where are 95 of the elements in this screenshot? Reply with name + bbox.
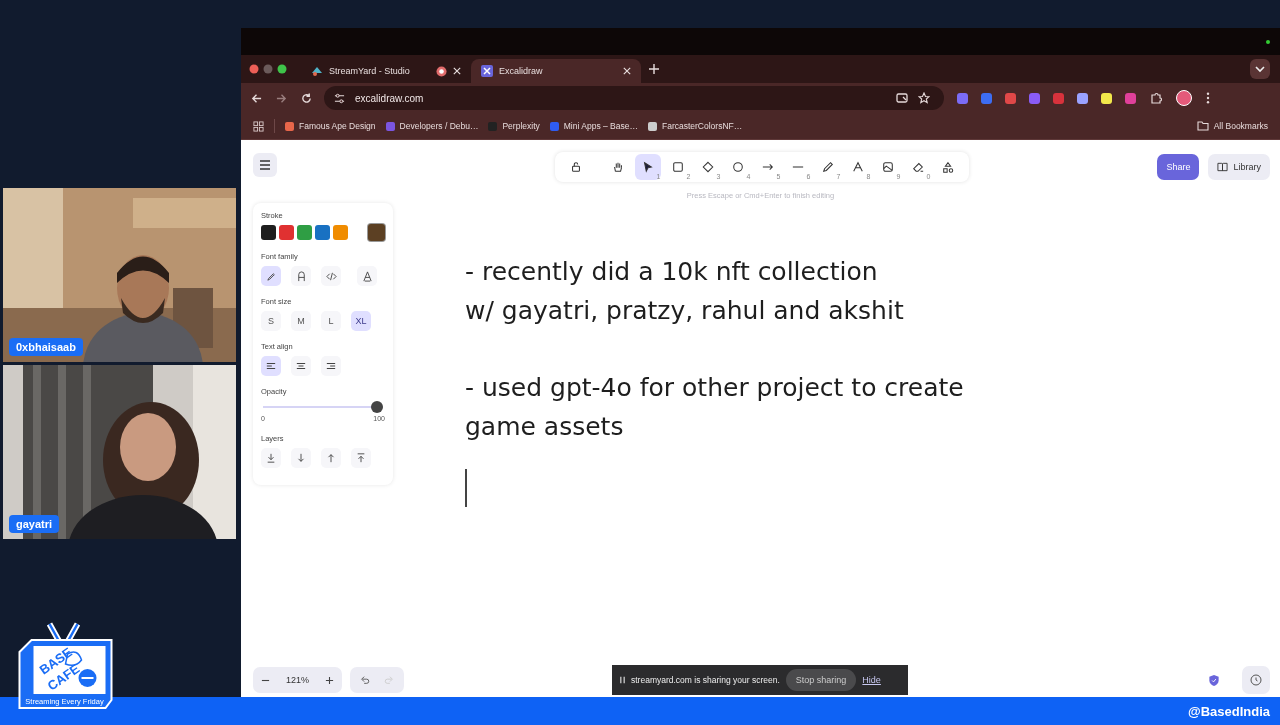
align-left-button[interactable] [261, 356, 281, 376]
to-back-button[interactable] [261, 448, 281, 468]
back-icon[interactable] [251, 92, 262, 104]
shield-icon[interactable] [1208, 673, 1220, 687]
arrow-down-bar-icon [266, 453, 276, 463]
text-cursor [465, 469, 467, 507]
window-controls-icon[interactable] [249, 64, 289, 74]
diamond-icon [701, 161, 714, 173]
menu-button[interactable] [253, 153, 277, 177]
square-icon [671, 161, 684, 173]
participant-name: 0xbhaisaab [9, 338, 83, 356]
color-swatch[interactable] [368, 224, 385, 241]
new-tab-icon[interactable] [649, 64, 659, 74]
circle-icon [731, 161, 744, 173]
canvas-text: w/ gayatri, pratzy, rahul and akshit [465, 295, 905, 327]
canvas-text: - used gpt-4o for other project to create [465, 372, 964, 404]
letter-icon [295, 270, 307, 282]
font-size-button[interactable]: XL [351, 311, 371, 331]
arrow-up-icon [326, 453, 336, 463]
site-settings-icon[interactable] [334, 92, 345, 104]
browser-tab[interactable]: Excalidraw [471, 59, 641, 83]
excalifont-font-button[interactable] [357, 266, 377, 286]
align-right-button[interactable] [321, 356, 341, 376]
pause-icon [620, 676, 625, 684]
align-left-icon [266, 361, 276, 371]
favicon-icon [481, 65, 493, 77]
letter-icon [361, 270, 373, 282]
font-size-button[interactable]: L [321, 311, 341, 331]
canvas-text: game assets [465, 411, 625, 443]
extension-icon[interactable] [1101, 92, 1112, 104]
shapes-icon [941, 161, 954, 173]
browser-tab[interactable]: StreamYard - Studio [301, 59, 471, 83]
pencil-icon [821, 161, 834, 173]
normal-font-button[interactable] [291, 266, 311, 286]
stop-sharing-button[interactable]: Stop sharing [785, 669, 857, 691]
pointer-icon [641, 161, 654, 173]
lock-icon [569, 161, 582, 173]
align-center-button[interactable] [291, 356, 311, 376]
hide-link[interactable]: Hide [862, 675, 881, 685]
forward-icon[interactable] [276, 92, 287, 104]
star-icon[interactable] [918, 92, 930, 104]
share-button[interactable]: Share [1157, 154, 1200, 180]
folder-icon [1196, 121, 1209, 131]
install-icon[interactable] [896, 92, 908, 104]
profile-avatar[interactable] [1176, 90, 1192, 106]
image-icon [881, 161, 894, 173]
help-button[interactable] [1242, 666, 1270, 694]
bookmark-link[interactable]: FarcasterColorsNF… [647, 121, 743, 131]
hand-icon [611, 161, 624, 173]
close-icon[interactable] [453, 67, 461, 75]
favicon-icon [311, 65, 323, 77]
puzzle-icon[interactable] [1150, 92, 1162, 104]
color-swatch[interactable] [315, 225, 330, 240]
hand-font-button[interactable] [261, 266, 281, 286]
zoom-level[interactable]: 121% [286, 675, 310, 685]
channel-handle: @BasedIndia [1187, 703, 1270, 719]
extension-icon[interactable] [1077, 92, 1088, 104]
tab-search-button[interactable] [1250, 59, 1270, 79]
color-swatch[interactable] [261, 225, 276, 240]
address-bar[interactable]: excalidraw.com [324, 86, 944, 110]
participant-name: gayatri [9, 515, 60, 533]
recording-icon [436, 65, 447, 77]
color-swatch[interactable] [279, 225, 294, 240]
font-size-button[interactable]: M [291, 311, 311, 331]
close-icon[interactable] [623, 67, 631, 75]
zoom-in-icon[interactable] [325, 675, 335, 685]
pencil-icon [265, 270, 277, 282]
bookmark-link[interactable]: Developers / Debu… [385, 121, 479, 131]
letter-icon [851, 161, 864, 173]
align-right-icon [326, 361, 336, 371]
arrow-up-bar-icon [356, 453, 366, 463]
bookmark-link[interactable]: Mini Apps – Base… [549, 121, 638, 131]
align-center-icon [296, 361, 306, 371]
indicator-icon [1266, 39, 1270, 44]
canvas-text: - recently did a 10k nft collection [465, 256, 879, 288]
bookmark-link[interactable]: Famous Ape Design [285, 121, 376, 131]
eraser-icon [911, 161, 924, 173]
opacity-slider[interactable] [263, 401, 383, 413]
apps-icon[interactable] [253, 120, 264, 132]
sharing-message: streamyard.com is sharing your screen. [631, 675, 780, 685]
all-bookmarks-link[interactable]: All Bookmarks [1196, 121, 1268, 131]
arrow-down-icon [296, 453, 306, 463]
color-swatch[interactable] [333, 225, 348, 240]
more-icon[interactable] [1206, 92, 1210, 104]
code-icon [325, 270, 337, 282]
undo-icon[interactable] [360, 675, 371, 685]
font-size-button[interactable]: S [261, 311, 281, 331]
library-button[interactable]: Library [1208, 154, 1270, 180]
bookmark-link[interactable]: Perplexity [488, 121, 540, 131]
color-swatch[interactable] [297, 225, 312, 240]
to-front-button[interactable] [351, 448, 371, 468]
code-font-button[interactable] [321, 266, 341, 286]
arrow-icon [761, 161, 774, 173]
book-icon [1217, 162, 1229, 172]
reload-icon[interactable] [301, 92, 312, 104]
